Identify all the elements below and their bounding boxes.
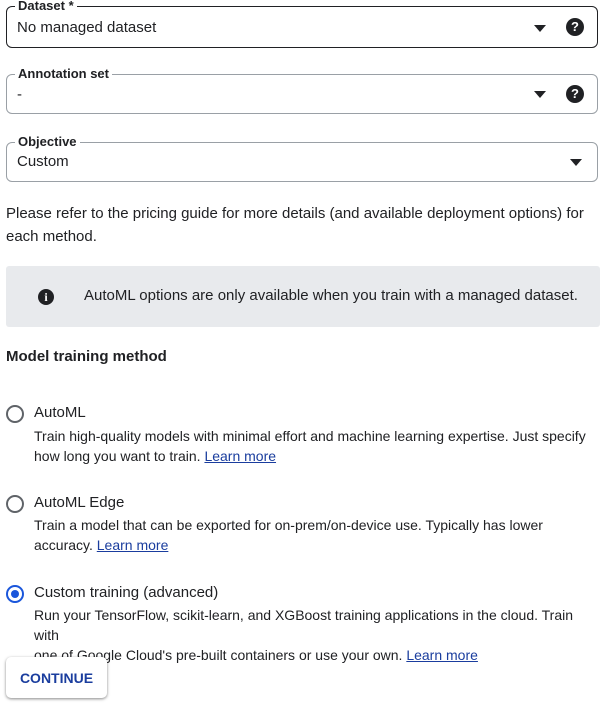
option-title-automl[interactable]: AutoML xyxy=(34,403,86,423)
model-training-method-heading: Model training method xyxy=(6,348,167,365)
option-desc-line: Train a model that can be exported for o… xyxy=(34,517,543,533)
option-desc-text: how long you want to train. xyxy=(34,448,201,464)
learn-more-link[interactable]: Learn more xyxy=(204,448,276,464)
option-desc-line: how long you want to train. Learn more xyxy=(34,446,600,466)
info-icon: i xyxy=(38,289,54,305)
objective-select[interactable]: Objective Custom xyxy=(6,134,598,182)
chevron-down-icon xyxy=(534,91,546,98)
chevron-down-icon xyxy=(570,159,582,166)
dataset-value: No managed dataset xyxy=(17,19,157,36)
pricing-note-line-2: each method. xyxy=(6,228,97,245)
option-desc-text: accuracy. xyxy=(34,537,93,553)
radio-automl[interactable] xyxy=(6,405,24,423)
help-icon[interactable]: ? xyxy=(566,18,584,36)
pricing-note-line-1: Please refer to the pricing guide for mo… xyxy=(6,205,584,222)
option-title-automl-edge[interactable]: AutoML Edge xyxy=(34,493,124,513)
option-desc-line: Train high-quality models with minimal e… xyxy=(34,428,586,444)
objective-label: Objective xyxy=(15,134,80,150)
info-banner: i AutoML options are only available when… xyxy=(6,266,600,327)
info-banner-text: AutoML options are only available when y… xyxy=(84,287,578,304)
chevron-down-icon xyxy=(534,25,546,32)
continue-button[interactable]: CONTINUE xyxy=(6,657,107,698)
learn-more-link[interactable]: Learn more xyxy=(97,537,169,553)
option-title-custom-training[interactable]: Custom training (advanced) xyxy=(34,583,218,603)
radio-custom-training[interactable] xyxy=(6,585,24,603)
radio-automl-edge[interactable] xyxy=(6,495,24,513)
pricing-note: Please refer to the pricing guide for mo… xyxy=(6,202,584,248)
option-desc-custom-training: Run your TensorFlow, scikit-learn, and X… xyxy=(34,605,600,665)
dataset-select[interactable]: Dataset * No managed dataset ? xyxy=(6,0,598,48)
annotation-set-value: - xyxy=(17,86,22,103)
option-desc-line: one of Google Cloud's pre-built containe… xyxy=(34,645,600,665)
option-desc-line: accuracy. Learn more xyxy=(34,535,600,555)
help-icon[interactable]: ? xyxy=(566,85,584,103)
annotation-set-select[interactable]: Annotation set - ? xyxy=(6,66,598,114)
option-desc-automl: Train high-quality models with minimal e… xyxy=(34,426,600,466)
objective-value: Custom xyxy=(17,153,69,170)
annotation-set-label: Annotation set xyxy=(15,66,112,82)
option-desc-line: Run your TensorFlow, scikit-learn, and X… xyxy=(34,607,574,643)
option-desc-automl-edge: Train a model that can be exported for o… xyxy=(34,515,600,555)
learn-more-link[interactable]: Learn more xyxy=(406,647,478,663)
dataset-label: Dataset * xyxy=(15,0,77,14)
